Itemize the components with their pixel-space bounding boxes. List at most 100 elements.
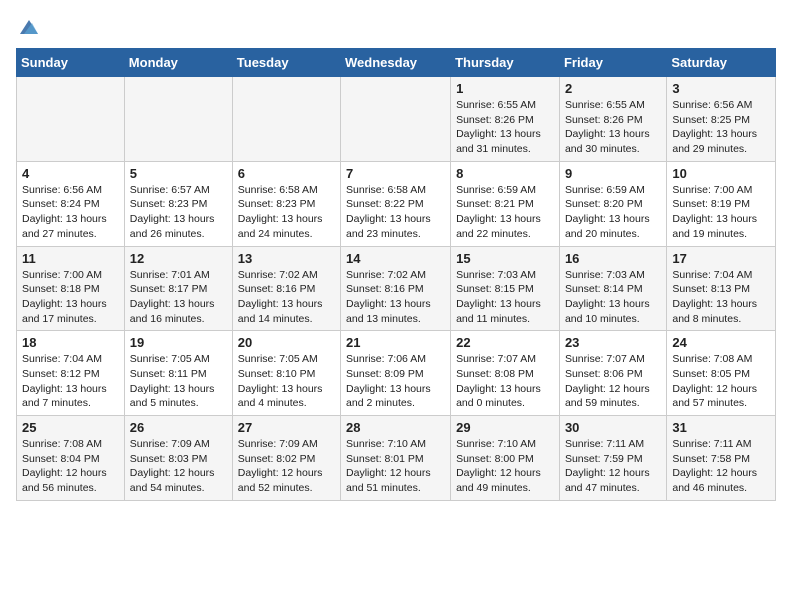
day-number: 2	[565, 81, 661, 96]
calendar-week-row: 1 Sunrise: 6:55 AM Sunset: 8:26 PM Daylig…	[17, 77, 776, 162]
cell-content: Sunrise: 7:06 AM Sunset: 8:09 PM Dayligh…	[346, 352, 445, 411]
day-number: 21	[346, 335, 445, 350]
cell-content: Sunrise: 7:07 AM Sunset: 8:08 PM Dayligh…	[456, 352, 554, 411]
day-number: 19	[130, 335, 227, 350]
calendar-header-row: SundayMondayTuesdayWednesdayThursdayFrid…	[17, 49, 776, 77]
day-number: 10	[672, 166, 770, 181]
day-number: 29	[456, 420, 554, 435]
cell-content: Sunrise: 7:00 AM Sunset: 8:19 PM Dayligh…	[672, 183, 770, 242]
calendar-cell: 8 Sunrise: 6:59 AM Sunset: 8:21 PM Daylig…	[451, 161, 560, 246]
cell-content: Sunrise: 7:04 AM Sunset: 8:12 PM Dayligh…	[22, 352, 119, 411]
calendar-week-row: 11 Sunrise: 7:00 AM Sunset: 8:18 PM Dayli…	[17, 246, 776, 331]
cell-content: Sunrise: 7:11 AM Sunset: 7:58 PM Dayligh…	[672, 437, 770, 496]
calendar-cell	[17, 77, 125, 162]
cell-content: Sunrise: 6:56 AM Sunset: 8:24 PM Dayligh…	[22, 183, 119, 242]
day-number: 30	[565, 420, 661, 435]
calendar-cell: 1 Sunrise: 6:55 AM Sunset: 8:26 PM Daylig…	[451, 77, 560, 162]
calendar-cell: 30 Sunrise: 7:11 AM Sunset: 7:59 PM Dayli…	[559, 416, 666, 501]
calendar-cell	[232, 77, 340, 162]
calendar-cell	[341, 77, 451, 162]
day-number: 9	[565, 166, 661, 181]
day-number: 6	[238, 166, 335, 181]
day-number: 7	[346, 166, 445, 181]
calendar-cell: 7 Sunrise: 6:58 AM Sunset: 8:22 PM Daylig…	[341, 161, 451, 246]
calendar-cell: 6 Sunrise: 6:58 AM Sunset: 8:23 PM Daylig…	[232, 161, 340, 246]
cell-content: Sunrise: 7:00 AM Sunset: 8:18 PM Dayligh…	[22, 268, 119, 327]
cell-content: Sunrise: 7:03 AM Sunset: 8:15 PM Dayligh…	[456, 268, 554, 327]
day-header-saturday: Saturday	[667, 49, 776, 77]
day-number: 24	[672, 335, 770, 350]
calendar-cell: 22Sunrise: 7:07 AM Sunset: 8:08 PM Dayli…	[451, 331, 560, 416]
day-number: 18	[22, 335, 119, 350]
day-header-wednesday: Wednesday	[341, 49, 451, 77]
calendar-cell: 3 Sunrise: 6:56 AM Sunset: 8:25 PM Daylig…	[667, 77, 776, 162]
cell-content: Sunrise: 7:07 AM Sunset: 8:06 PM Dayligh…	[565, 352, 661, 411]
calendar-cell: 24 Sunrise: 7:08 AM Sunset: 8:05 PM Dayli…	[667, 331, 776, 416]
cell-content: Sunrise: 6:55 AM Sunset: 8:26 PM Dayligh…	[456, 98, 554, 157]
calendar-cell: 27 Sunrise: 7:09 AM Sunset: 8:02 PM Dayli…	[232, 416, 340, 501]
calendar-cell: 2 Sunrise: 6:55 AM Sunset: 8:26 PM Daylig…	[559, 77, 666, 162]
calendar-cell: 11 Sunrise: 7:00 AM Sunset: 8:18 PM Dayli…	[17, 246, 125, 331]
calendar-cell: 26Sunrise: 7:09 AM Sunset: 8:03 PM Dayli…	[124, 416, 232, 501]
calendar-table: SundayMondayTuesdayWednesdayThursdayFrid…	[16, 48, 776, 501]
day-number: 16	[565, 251, 661, 266]
cell-content: Sunrise: 7:11 AM Sunset: 7:59 PM Dayligh…	[565, 437, 661, 496]
calendar-cell: 9 Sunrise: 6:59 AM Sunset: 8:20 PM Daylig…	[559, 161, 666, 246]
cell-content: Sunrise: 6:55 AM Sunset: 8:26 PM Dayligh…	[565, 98, 661, 157]
cell-content: Sunrise: 7:01 AM Sunset: 8:17 PM Dayligh…	[130, 268, 227, 327]
calendar-cell: 15 Sunrise: 7:03 AM Sunset: 8:15 PM Dayli…	[451, 246, 560, 331]
calendar-cell: 20Sunrise: 7:05 AM Sunset: 8:10 PM Dayli…	[232, 331, 340, 416]
cell-content: Sunrise: 7:08 AM Sunset: 8:05 PM Dayligh…	[672, 352, 770, 411]
cell-content: Sunrise: 7:10 AM Sunset: 8:01 PM Dayligh…	[346, 437, 445, 496]
cell-content: Sunrise: 7:02 AM Sunset: 8:16 PM Dayligh…	[346, 268, 445, 327]
day-number: 3	[672, 81, 770, 96]
cell-content: Sunrise: 7:09 AM Sunset: 8:02 PM Dayligh…	[238, 437, 335, 496]
calendar-cell: 13Sunrise: 7:02 AM Sunset: 8:16 PM Dayli…	[232, 246, 340, 331]
logo	[16, 16, 40, 36]
calendar-week-row: 18 Sunrise: 7:04 AM Sunset: 8:12 PM Dayli…	[17, 331, 776, 416]
day-number: 26	[130, 420, 227, 435]
cell-content: Sunrise: 7:08 AM Sunset: 8:04 PM Dayligh…	[22, 437, 119, 496]
calendar-cell: 18 Sunrise: 7:04 AM Sunset: 8:12 PM Dayli…	[17, 331, 125, 416]
cell-content: Sunrise: 7:03 AM Sunset: 8:14 PM Dayligh…	[565, 268, 661, 327]
calendar-week-row: 4Sunrise: 6:56 AM Sunset: 8:24 PM Daylig…	[17, 161, 776, 246]
day-number: 11	[22, 251, 119, 266]
cell-content: Sunrise: 6:59 AM Sunset: 8:21 PM Dayligh…	[456, 183, 554, 242]
calendar-cell: 31 Sunrise: 7:11 AM Sunset: 7:58 PM Dayli…	[667, 416, 776, 501]
page-header	[16, 16, 776, 36]
calendar-cell: 21 Sunrise: 7:06 AM Sunset: 8:09 PM Dayli…	[341, 331, 451, 416]
day-number: 15	[456, 251, 554, 266]
cell-content: Sunrise: 7:05 AM Sunset: 8:10 PM Dayligh…	[238, 352, 335, 411]
cell-content: Sunrise: 6:56 AM Sunset: 8:25 PM Dayligh…	[672, 98, 770, 157]
day-number: 28	[346, 420, 445, 435]
day-number: 12	[130, 251, 227, 266]
cell-content: Sunrise: 7:05 AM Sunset: 8:11 PM Dayligh…	[130, 352, 227, 411]
logo-icon	[18, 18, 40, 36]
day-header-friday: Friday	[559, 49, 666, 77]
cell-content: Sunrise: 6:58 AM Sunset: 8:22 PM Dayligh…	[346, 183, 445, 242]
calendar-cell: 16 Sunrise: 7:03 AM Sunset: 8:14 PM Dayli…	[559, 246, 666, 331]
calendar-cell: 23Sunrise: 7:07 AM Sunset: 8:06 PM Dayli…	[559, 331, 666, 416]
cell-content: Sunrise: 6:59 AM Sunset: 8:20 PM Dayligh…	[565, 183, 661, 242]
day-number: 5	[130, 166, 227, 181]
day-header-tuesday: Tuesday	[232, 49, 340, 77]
calendar-cell: 4Sunrise: 6:56 AM Sunset: 8:24 PM Daylig…	[17, 161, 125, 246]
day-number: 25	[22, 420, 119, 435]
cell-content: Sunrise: 6:58 AM Sunset: 8:23 PM Dayligh…	[238, 183, 335, 242]
calendar-cell: 10 Sunrise: 7:00 AM Sunset: 8:19 PM Dayli…	[667, 161, 776, 246]
calendar-cell	[124, 77, 232, 162]
day-number: 13	[238, 251, 335, 266]
calendar-cell: 14Sunrise: 7:02 AM Sunset: 8:16 PM Dayli…	[341, 246, 451, 331]
calendar-week-row: 25 Sunrise: 7:08 AM Sunset: 8:04 PM Dayli…	[17, 416, 776, 501]
day-number: 8	[456, 166, 554, 181]
cell-content: Sunrise: 7:04 AM Sunset: 8:13 PM Dayligh…	[672, 268, 770, 327]
cell-content: Sunrise: 7:10 AM Sunset: 8:00 PM Dayligh…	[456, 437, 554, 496]
calendar-cell: 29 Sunrise: 7:10 AM Sunset: 8:00 PM Dayli…	[451, 416, 560, 501]
day-header-monday: Monday	[124, 49, 232, 77]
calendar-cell: 28 Sunrise: 7:10 AM Sunset: 8:01 PM Dayli…	[341, 416, 451, 501]
day-number: 27	[238, 420, 335, 435]
day-number: 1	[456, 81, 554, 96]
day-header-sunday: Sunday	[17, 49, 125, 77]
calendar-cell: 12 Sunrise: 7:01 AM Sunset: 8:17 PM Dayli…	[124, 246, 232, 331]
day-number: 31	[672, 420, 770, 435]
